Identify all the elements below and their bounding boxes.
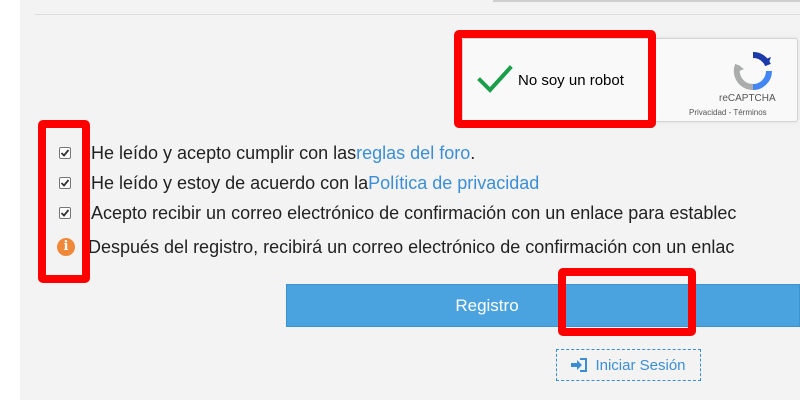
recaptcha-terms-link[interactable]: Términos xyxy=(733,108,766,117)
page-left-strip xyxy=(0,0,20,400)
privacy-policy-link[interactable]: Política de privacidad xyxy=(368,173,539,194)
privacy-policy-checkbox[interactable] xyxy=(59,177,71,189)
register-button-label: Registro xyxy=(455,295,519,315)
recaptcha-label: No soy un robot xyxy=(518,72,624,89)
sign-in-icon xyxy=(571,358,588,372)
privacy-policy-text: He leído y estoy de acuerdo con la xyxy=(91,172,369,193)
info-notice-text: Después del registro, recibirá un correo… xyxy=(88,236,735,257)
check-icon xyxy=(60,149,70,157)
forum-rules-checkbox[interactable] xyxy=(59,147,71,159)
recaptcha-logo-icon xyxy=(733,51,773,91)
check-icon xyxy=(60,179,70,187)
forum-rules-text: He leído y acepto cumplir con las xyxy=(91,142,357,163)
confirmation-email-text: Acepto recibir un correo electrónico de … xyxy=(91,202,737,223)
confirmation-email-checkbox[interactable] xyxy=(59,207,71,219)
login-button-label: Iniciar Sesión xyxy=(595,356,686,374)
checkmark-icon xyxy=(477,65,513,93)
registration-info-notice: i Después del registro, recibirá un corr… xyxy=(0,235,734,259)
top-divider xyxy=(35,14,800,15)
agreement-forum-rules: He leído y acepto cumplir con las reglas… xyxy=(0,141,475,165)
recaptcha-privacy-link[interactable]: Privacidad xyxy=(689,108,726,117)
forum-rules-suffix: . xyxy=(470,142,476,163)
recaptcha-brand: reCAPTCHA xyxy=(719,93,776,104)
forum-rules-link[interactable]: reglas del foro xyxy=(356,143,470,164)
recaptcha-links: Privacidad - Términos xyxy=(689,108,767,117)
previous-field-edge xyxy=(493,0,800,2)
check-icon xyxy=(60,209,70,217)
register-button[interactable]: Registro xyxy=(286,284,800,327)
login-button[interactable]: Iniciar Sesión xyxy=(556,349,701,381)
agreement-privacy-policy: He leído y estoy de acuerdo con la Polít… xyxy=(0,171,539,195)
agreement-confirmation-email: Acepto recibir un correo electrónico de … xyxy=(0,201,736,225)
info-icon: i xyxy=(57,238,75,256)
recaptcha-widget: No soy un robot reCAPTCHA Privacidad - T… xyxy=(462,38,798,122)
recaptcha-checkbox[interactable] xyxy=(477,61,513,97)
